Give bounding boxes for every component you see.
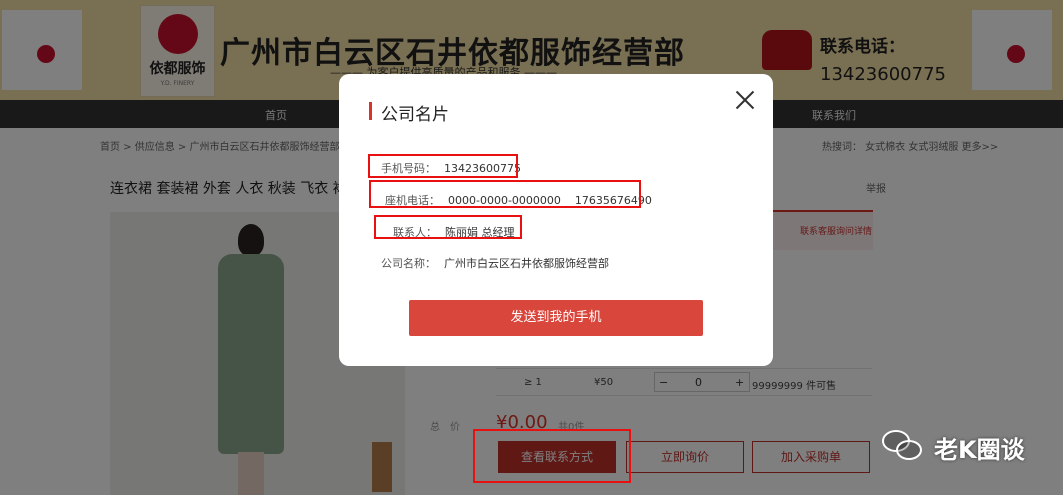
company-card-modal: 公司名片 手机号码： 13423600775 座机电话： 0000-0000-000… — [339, 74, 773, 366]
company-name-label: 公司名称： — [381, 257, 436, 270]
modal-title: 公司名片 — [381, 105, 449, 125]
annotation-box-person — [374, 215, 522, 239]
company-name-value: 广州市白云区石井依都服饰经营部 — [444, 257, 609, 270]
title-accent — [369, 102, 372, 120]
send-to-phone-button[interactable]: 发送到我的手机 — [409, 300, 703, 336]
watermark-text: 老K圈谈 — [934, 436, 1025, 464]
watermark: 老K圈谈 — [882, 424, 1052, 468]
annotation-box-contact-button — [473, 429, 631, 483]
wechat-icon — [882, 430, 924, 462]
company-name-row: 公司名称： 广州市白云区石井依都服饰经营部 — [381, 255, 609, 271]
annotation-box-landline — [369, 180, 641, 208]
annotation-box-mobile — [368, 154, 518, 178]
close-icon[interactable] — [731, 86, 759, 114]
